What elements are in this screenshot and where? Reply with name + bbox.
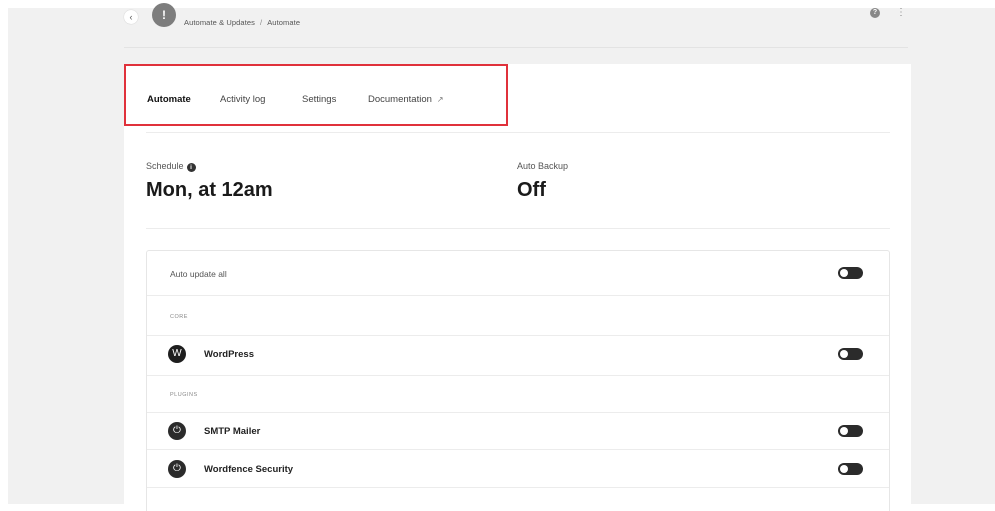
breadcrumb-item-automate: Automate	[267, 18, 301, 27]
site-avatar[interactable]: !	[152, 3, 176, 27]
auto-update-list: Auto update all CORE W WordPress PLUGINS…	[146, 250, 890, 511]
back-button[interactable]: ‹	[124, 10, 138, 24]
tab-documentation-label: Documentation	[368, 94, 432, 105]
tab-bar: Automate Activity log Settings Documenta…	[124, 64, 508, 126]
auto-update-all-toggle[interactable]	[838, 267, 863, 279]
external-link-icon: ↗	[436, 95, 444, 104]
item-name-smtp-mailer: SMTP Mailer	[204, 426, 261, 437]
info-icon[interactable]: i	[186, 163, 196, 172]
plug-icon: ⏻	[168, 422, 186, 440]
row-divider	[147, 449, 889, 450]
breadcrumb-separator: /	[260, 18, 263, 27]
schedule-label-text: Schedule	[146, 161, 184, 171]
breadcrumb-item-automate-updates[interactable]: Automate & Updates	[184, 18, 255, 27]
tabs-divider	[146, 132, 890, 133]
more-options-icon[interactable]: ⋮	[896, 7, 906, 19]
toggle-knob	[840, 269, 848, 277]
main-card: Automate Activity log Settings Documenta…	[124, 64, 911, 511]
smtp-mailer-toggle[interactable]	[838, 425, 863, 437]
schedule-value: Mon, at 12am	[146, 179, 273, 201]
breadcrumb: Automate & Updates / Automate	[184, 18, 300, 27]
plug-icon: ⏻	[168, 460, 186, 478]
row-divider	[147, 412, 889, 413]
schedule-label: Schedule i	[146, 161, 196, 172]
wordpress-icon: W	[168, 345, 186, 363]
item-name-wordfence-security: Wordfence Security	[204, 464, 294, 475]
row-divider	[147, 335, 889, 336]
tab-documentation[interactable]: Documentation ↗	[368, 94, 444, 105]
wordpress-toggle[interactable]	[838, 348, 863, 360]
toggle-knob	[840, 350, 848, 358]
row-divider	[147, 295, 889, 296]
wordfence-security-toggle[interactable]	[838, 463, 863, 475]
section-label-plugins: PLUGINS	[170, 392, 198, 398]
section-label-core: CORE	[170, 314, 188, 320]
tab-settings[interactable]: Settings	[302, 94, 336, 105]
tab-automate[interactable]: Automate	[147, 94, 191, 105]
toggle-knob	[840, 427, 848, 435]
auto-backup-value: Off	[517, 179, 546, 201]
stats-divider	[146, 228, 890, 229]
item-name-wordpress: WordPress	[204, 349, 254, 360]
row-divider	[147, 375, 889, 376]
header-divider	[124, 47, 908, 48]
auto-backup-label: Auto Backup	[517, 161, 569, 171]
help-icon[interactable]: ?	[870, 8, 880, 18]
tab-activity-log[interactable]: Activity log	[220, 94, 265, 105]
auto-update-all-label: Auto update all	[170, 269, 227, 279]
toggle-knob	[840, 465, 848, 473]
row-divider	[147, 487, 889, 488]
